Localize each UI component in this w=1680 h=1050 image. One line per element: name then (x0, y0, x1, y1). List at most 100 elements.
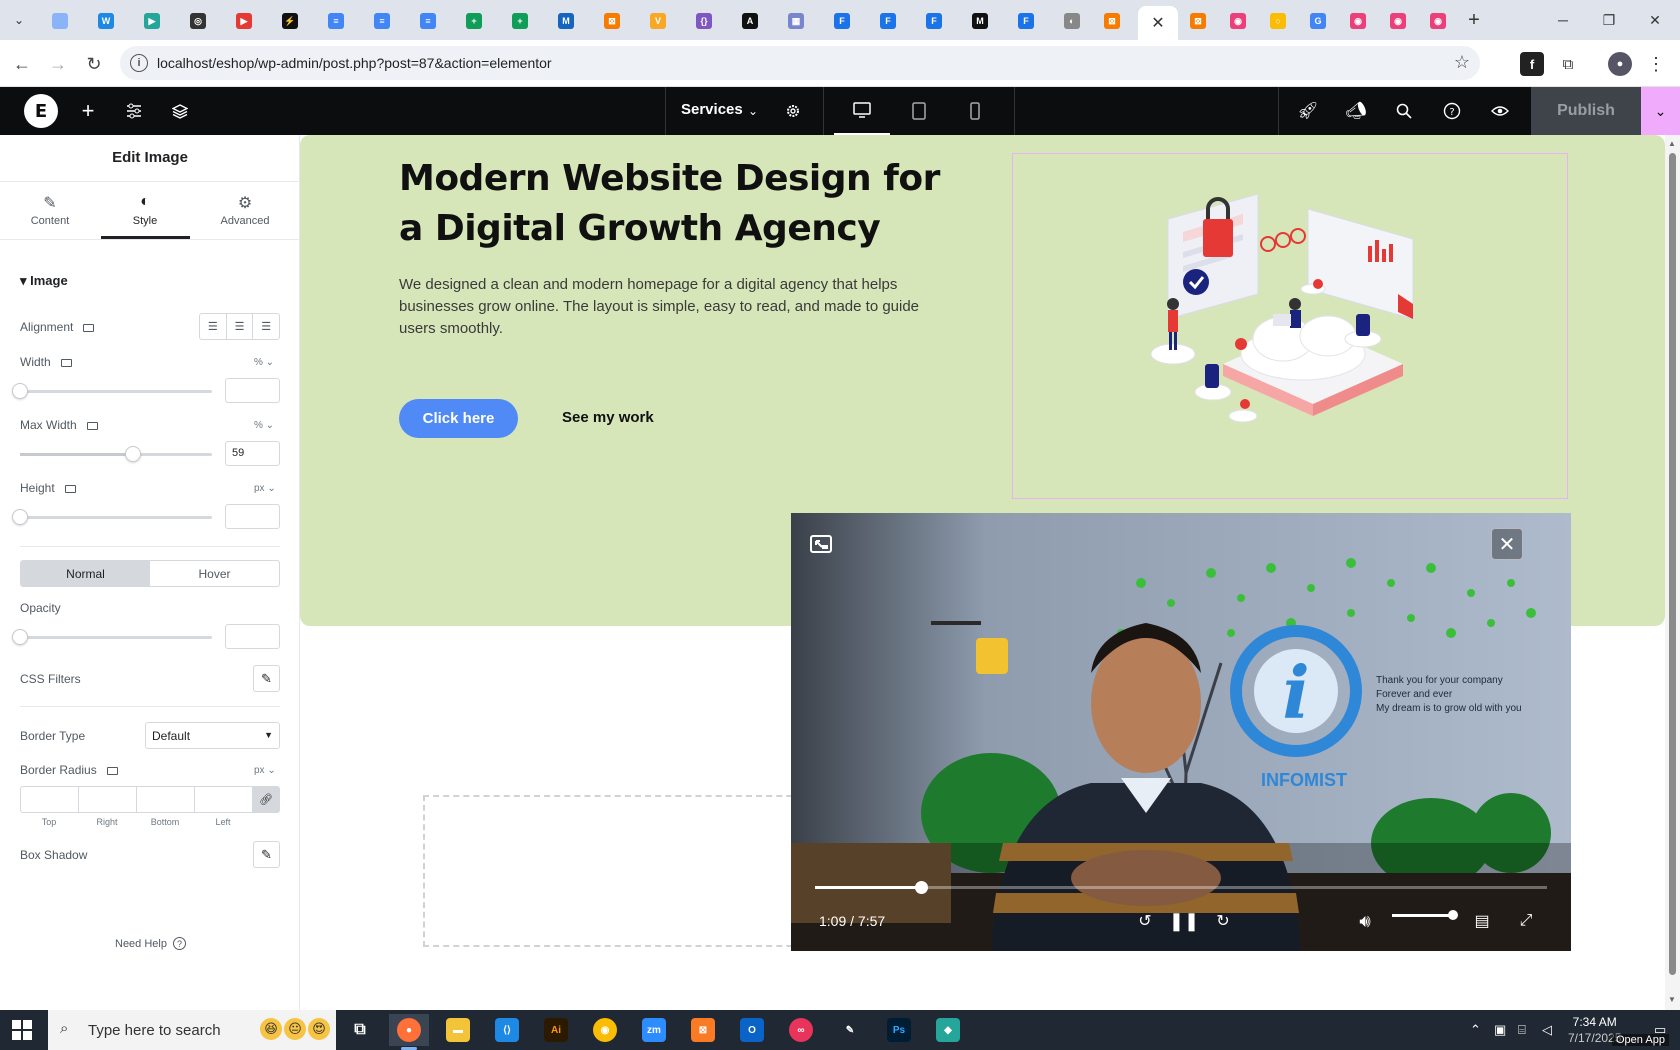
state-hover-tab[interactable]: Hover (150, 561, 279, 586)
hero-heading[interactable]: Modern Website Design for a Digital Grow… (399, 154, 959, 254)
height-input[interactable] (225, 504, 280, 529)
browser-tab[interactable]: F (822, 6, 862, 36)
height-unit-select[interactable]: px ⌄ (254, 483, 276, 494)
taskbar-search-box[interactable]: ⌕ Type here to search 😆︎ 😐︎ 😍︎ (48, 1010, 336, 1050)
browser-tab[interactable]: ◉ (1418, 6, 1458, 36)
browser-menu-icon[interactable]: ⋮ (1644, 52, 1668, 76)
hero-paragraph[interactable]: We designed a clean and modern homepage … (399, 274, 929, 340)
tray-screen-icon[interactable]: ▣ (1494, 1022, 1506, 1038)
search-icon[interactable] (1392, 99, 1416, 123)
taskbar-vscode[interactable]: ⟨⟩ (487, 1014, 527, 1046)
browser-tab[interactable]: ◐ (1052, 6, 1092, 36)
publish-button[interactable]: Publish (1531, 87, 1641, 135)
box-shadow-edit-pencil-icon[interactable]: ✎ (253, 841, 280, 868)
taskbar-file-explorer[interactable]: ▬ (438, 1014, 478, 1046)
page-settings-gear-icon[interactable] (781, 99, 805, 123)
back-to-tab-icon[interactable] (805, 528, 837, 560)
width-unit-select[interactable]: % ⌄ (254, 357, 274, 368)
max-width-input[interactable]: 59 (225, 441, 280, 466)
taskbar-chrome[interactable]: ◉ (585, 1014, 625, 1046)
desktop-responsive-icon[interactable] (83, 323, 95, 332)
opacity-input[interactable] (225, 624, 280, 649)
volume-slider[interactable] (1392, 910, 1458, 920)
address-bar[interactable]: i localhost/eshop/wp-admin/post.php?post… (120, 46, 1480, 80)
max-width-unit-select[interactable]: % ⌄ (254, 420, 274, 431)
radius-top-input[interactable] (20, 786, 78, 813)
notification-icon[interactable]: ▭ (1654, 1022, 1666, 1038)
navigator-layers-icon[interactable] (168, 99, 192, 123)
volume-icon[interactable]: 🔊︎ (1351, 907, 1379, 935)
publish-options-chevron-icon[interactable]: ⌄ (1641, 87, 1680, 135)
taskbar-outlook[interactable]: O (732, 1014, 772, 1046)
radius-left-input[interactable] (194, 786, 252, 813)
volume-handle[interactable] (1448, 910, 1458, 920)
scrollbar-thumb[interactable] (1669, 153, 1676, 975)
radius-bottom-input[interactable] (136, 786, 194, 813)
browser-tab[interactable]: W (86, 6, 126, 36)
canvas-scrollbar[interactable]: ▲ ▼ (1665, 135, 1680, 1010)
browser-tab[interactable]: + (454, 6, 494, 36)
reload-button[interactable]: ↻ (81, 51, 107, 77)
pause-icon[interactable]: ❚❚ (1169, 907, 1199, 935)
tray-chevron-icon[interactable]: ⌃ (1470, 1022, 1481, 1038)
chevron-down-icon[interactable]: ⌄ (741, 99, 765, 123)
active-tab[interactable]: ✕ (1138, 6, 1178, 40)
browser-tab[interactable]: ▶ (224, 6, 264, 36)
network-icon[interactable]: ⌸ (1518, 1022, 1526, 1038)
radius-right-input[interactable] (78, 786, 136, 813)
tab-content[interactable]: ✎ Content (5, 193, 95, 227)
height-slider-handle[interactable] (12, 509, 28, 525)
state-normal-tab[interactable]: Normal (21, 561, 150, 586)
desktop-responsive-icon[interactable] (86, 421, 98, 430)
window-close-button[interactable]: ✕ (1632, 6, 1678, 34)
back-button[interactable]: ← (9, 51, 35, 77)
taskbar-photoshop[interactable]: Ps (879, 1014, 919, 1046)
browser-tab[interactable]: ⊠ (1178, 6, 1218, 36)
browser-tab[interactable]: {} (684, 6, 724, 36)
rocket-icon[interactable]: 🚀︎ (1296, 99, 1320, 123)
see-my-work-button[interactable]: See my work (562, 409, 654, 426)
preview-eye-icon[interactable] (1488, 99, 1512, 123)
browser-tab[interactable]: ○ (1258, 6, 1298, 36)
browser-tab[interactable]: V (638, 6, 678, 36)
border-radius-unit-select[interactable]: px ⌄ (254, 765, 276, 776)
notifications-megaphone-icon[interactable]: 📣︎ (1344, 99, 1368, 123)
browser-tab[interactable]: A (730, 6, 770, 36)
captions-icon[interactable]: ▤ (1468, 907, 1496, 935)
forward-button[interactable]: → (45, 51, 71, 77)
windows-start-icon[interactable] (12, 1020, 32, 1040)
site-settings-sliders-icon[interactable] (122, 99, 146, 123)
browser-tab[interactable]: ≡ (408, 6, 448, 36)
browser-tab[interactable]: ◉ (1378, 6, 1418, 36)
extensions-puzzle-icon[interactable]: ⧉ (1556, 52, 1580, 76)
browser-tab[interactable]: ⊠ (1092, 6, 1132, 36)
taskbar-illustrator[interactable]: Ai (536, 1014, 576, 1046)
minimize-button[interactable]: ─ (1540, 6, 1586, 34)
browser-tab[interactable]: F (914, 6, 954, 36)
width-input[interactable] (225, 378, 280, 403)
taskbar-xampp[interactable]: ⊠ (683, 1014, 723, 1046)
extension-icon[interactable]: f (1520, 52, 1544, 76)
restore-button[interactable]: ❐ (1586, 6, 1632, 34)
page-select[interactable]: Services (681, 101, 743, 118)
hero-image-widget[interactable] (1012, 153, 1568, 499)
pip-video-player[interactable]: i INFOMIST Thank you for your company Fo… (791, 513, 1571, 951)
taskbar-pen-tool[interactable]: ✎ (830, 1014, 870, 1046)
taskbar-firefox[interactable]: ● (389, 1014, 429, 1050)
forward-10-icon[interactable]: ↻ (1209, 907, 1237, 935)
url-text[interactable]: localhost/eshop/wp-admin/post.php?post=8… (157, 55, 552, 71)
tablet-view-button[interactable] (891, 87, 947, 135)
browser-tab[interactable]: ⊠ (592, 6, 632, 36)
browser-tab[interactable]: ◎ (178, 6, 218, 36)
align-left-icon[interactable]: ☰ (200, 314, 227, 339)
height-slider[interactable] (12, 509, 212, 525)
bookmark-star-icon[interactable]: ☆ (1454, 52, 1470, 73)
elementor-logo-icon[interactable]: E (24, 94, 58, 128)
browser-tab[interactable]: F (868, 6, 908, 36)
browser-tab[interactable]: ≡ (362, 6, 402, 36)
browser-tab[interactable]: ≡ (316, 6, 356, 36)
browser-tab[interactable]: F (1006, 6, 1046, 36)
desktop-responsive-icon[interactable] (64, 484, 76, 493)
max-width-slider[interactable] (20, 446, 212, 462)
profile-avatar[interactable]: ● (1608, 52, 1632, 76)
